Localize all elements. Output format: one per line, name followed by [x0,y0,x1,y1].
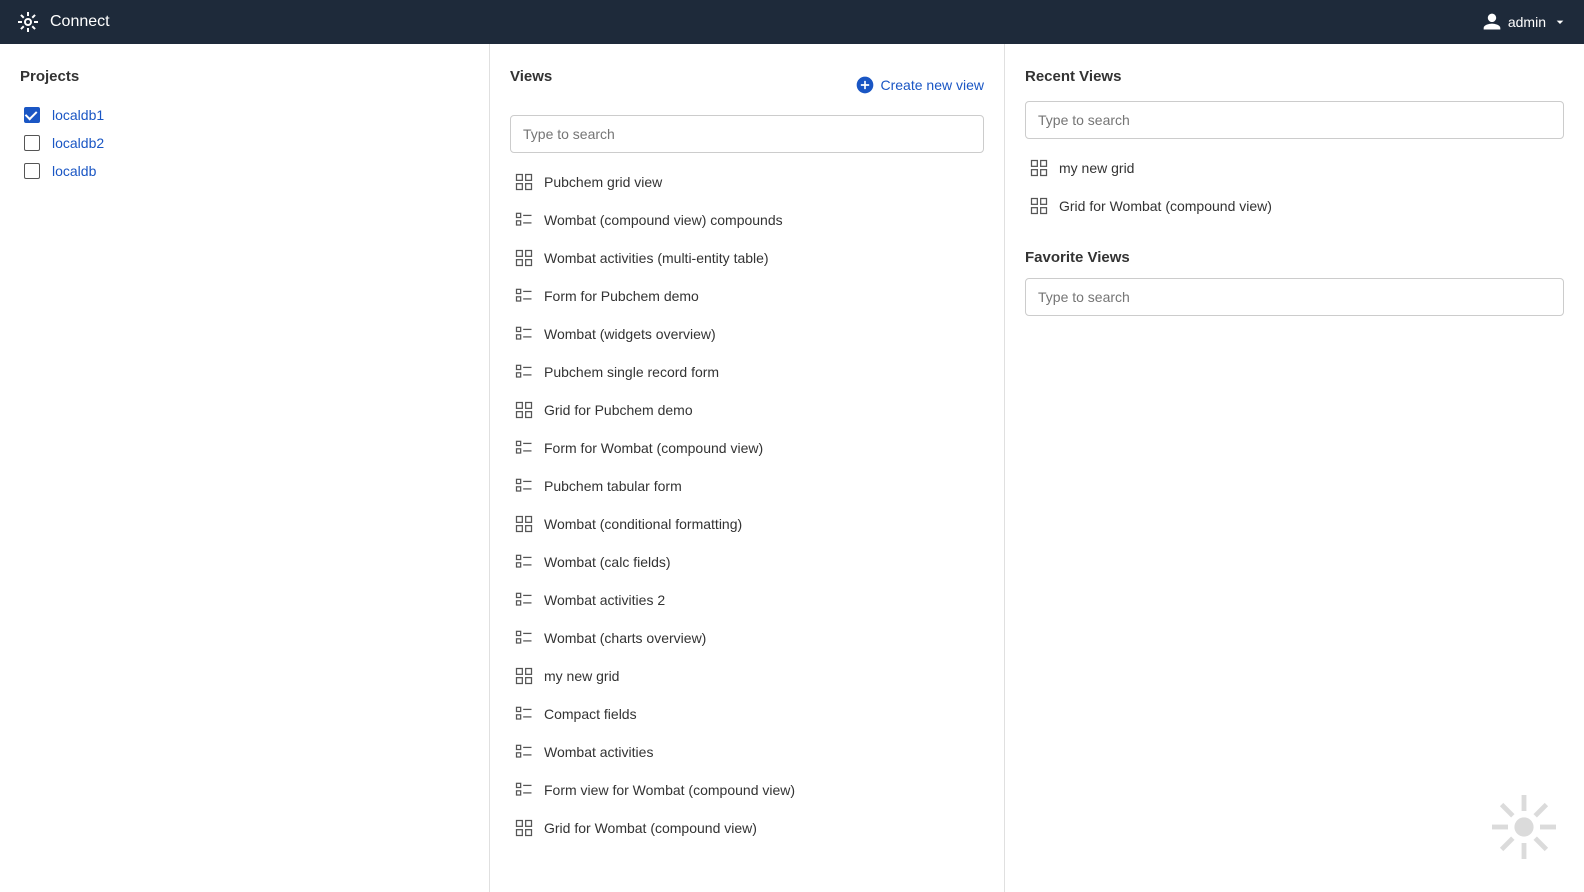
view-item-3[interactable]: Wombat activities (multi-entity table) [510,239,984,277]
form-view-icon [514,628,534,648]
recent-view-name-1: my new grid [1059,160,1134,176]
app-logo-icon [16,10,40,34]
view-name-11: Wombat (calc fields) [544,554,671,570]
grid-view-icon [514,818,534,838]
recent-view-item-2[interactable]: Grid for Wombat (compound view) [1025,187,1564,225]
favorite-views-title: Favorite Views [1025,249,1564,266]
recent-views-panel: Recent Views my new grid Grid for Wombat… [1005,44,1584,892]
form-view-icon [514,780,534,800]
form-view-icon [514,552,534,572]
project-name-localdb1: localdb1 [52,107,104,123]
grid-view-icon [514,666,534,686]
form-view-icon [514,210,534,230]
views-header: Views Create new view [510,68,984,101]
views-panel: Views Create new view Pubchem grid view … [490,44,1005,892]
grid-view-icon [514,400,534,420]
projects-panel: Projects localdb1 localdb2 localdb [0,44,490,892]
project-name-localdb2: localdb2 [52,135,104,151]
recent-views-search-input[interactable] [1025,101,1564,139]
project-item-localdb1[interactable]: localdb1 [20,101,469,129]
chevron-down-icon [1552,14,1568,30]
view-item-9[interactable]: Pubchem tabular form [510,467,984,505]
projects-title: Projects [20,68,469,85]
view-name-14: my new grid [544,668,619,684]
view-name-15: Compact fields [544,706,637,722]
form-view-icon [514,286,534,306]
view-item-6[interactable]: Pubchem single record form [510,353,984,391]
view-item-12[interactable]: Wombat activities 2 [510,581,984,619]
view-name-9: Pubchem tabular form [544,478,682,494]
view-item-13[interactable]: Wombat (charts overview) [510,619,984,657]
main-content: Projects localdb1 localdb2 localdb Views… [0,44,1584,892]
plus-circle-icon [855,75,875,95]
grid-view-icon [1029,158,1049,178]
view-item-14[interactable]: my new grid [510,657,984,695]
view-item-2[interactable]: Wombat (compound view) compounds [510,201,984,239]
user-menu[interactable]: admin [1482,12,1568,32]
recent-views-list: my new grid Grid for Wombat (compound vi… [1025,149,1564,225]
form-view-icon [514,590,534,610]
top-navigation: Connect admin [0,0,1584,44]
form-view-icon [514,438,534,458]
project-checkbox-localdb1[interactable] [24,107,40,123]
view-name-10: Wombat (conditional formatting) [544,516,742,532]
view-name-8: Form for Wombat (compound view) [544,440,763,456]
form-view-icon [514,704,534,724]
app-brand: Connect [16,10,110,34]
project-checkbox-localdb2[interactable] [24,135,40,151]
view-item-18[interactable]: Grid for Wombat (compound view) [510,809,984,847]
views-search-input[interactable] [510,115,984,153]
recent-views-title: Recent Views [1025,68,1564,85]
app-name: Connect [50,13,110,31]
project-name-localdb: localdb [52,163,96,179]
view-name-4: Form for Pubchem demo [544,288,699,304]
form-view-icon [514,742,534,762]
projects-list: localdb1 localdb2 localdb [20,101,469,185]
view-item-8[interactable]: Form for Wombat (compound view) [510,429,984,467]
recent-view-item-1[interactable]: my new grid [1025,149,1564,187]
view-name-3: Wombat activities (multi-entity table) [544,250,769,266]
views-title: Views [510,68,552,85]
grid-view-icon [514,248,534,268]
view-item-1[interactable]: Pubchem grid view [510,163,984,201]
view-name-6: Pubchem single record form [544,364,719,380]
user-name: admin [1508,14,1546,30]
recent-view-name-2: Grid for Wombat (compound view) [1059,198,1272,214]
form-view-icon [514,324,534,344]
view-name-7: Grid for Pubchem demo [544,402,693,418]
user-icon [1482,12,1502,32]
form-view-icon [514,362,534,382]
create-new-view-label: Create new view [881,77,985,93]
project-item-localdb2[interactable]: localdb2 [20,129,469,157]
views-list: Pubchem grid view Wombat (compound view)… [510,163,984,847]
view-item-4[interactable]: Form for Pubchem demo [510,277,984,315]
view-item-16[interactable]: Wombat activities [510,733,984,771]
view-name-12: Wombat activities 2 [544,592,665,608]
view-name-2: Wombat (compound view) compounds [544,212,783,228]
project-checkbox-localdb[interactable] [24,163,40,179]
view-name-18: Grid for Wombat (compound view) [544,820,757,836]
view-item-17[interactable]: Form view for Wombat (compound view) [510,771,984,809]
create-new-view-button[interactable]: Create new view [855,75,985,95]
grid-view-icon [514,172,534,192]
view-name-13: Wombat (charts overview) [544,630,706,646]
view-item-7[interactable]: Grid for Pubchem demo [510,391,984,429]
view-name-1: Pubchem grid view [544,174,662,190]
project-item-localdb[interactable]: localdb [20,157,469,185]
grid-view-icon [1029,196,1049,216]
view-item-5[interactable]: Wombat (widgets overview) [510,315,984,353]
form-view-icon [514,476,534,496]
view-item-11[interactable]: Wombat (calc fields) [510,543,984,581]
view-name-17: Form view for Wombat (compound view) [544,782,795,798]
grid-view-icon [514,514,534,534]
view-name-16: Wombat activities [544,744,653,760]
view-name-5: Wombat (widgets overview) [544,326,716,342]
view-item-15[interactable]: Compact fields [510,695,984,733]
favorite-views-search-input[interactable] [1025,278,1564,316]
view-item-10[interactable]: Wombat (conditional formatting) [510,505,984,543]
